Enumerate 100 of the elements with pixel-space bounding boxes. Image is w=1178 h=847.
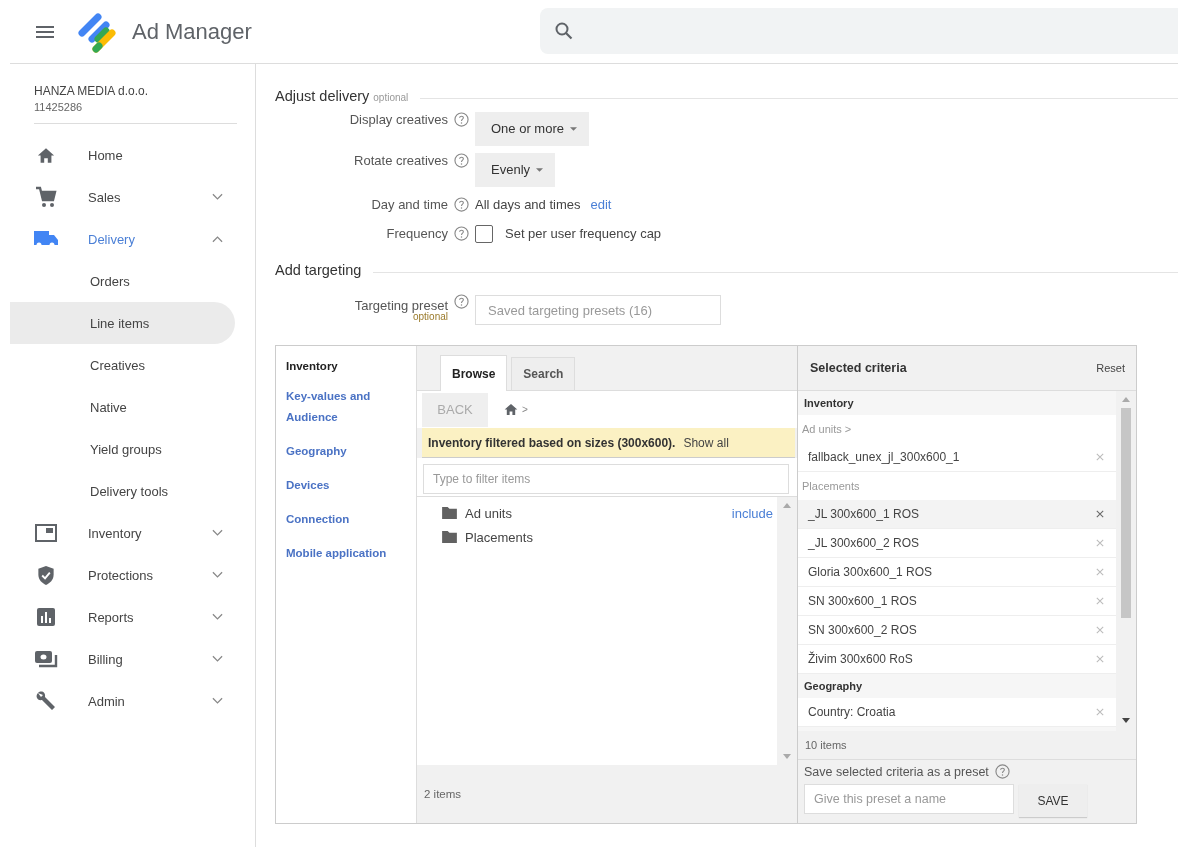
criteria-label: _JL 300x600_2 ROS [808,536,920,550]
category-link[interactable]: Inventory [286,356,401,377]
account-id: 11425286 [34,101,84,113]
scroll-down-icon[interactable] [1122,718,1130,723]
checkbox[interactable] [475,224,493,243]
inventory-item[interactable]: Ad units [465,505,732,521]
nav-item[interactable]: Sales [10,176,255,218]
criteria-label: SN 300x600_1 ROS [808,594,918,608]
folder-icon [442,507,457,519]
chevron-down-icon [212,571,223,579]
shield-icon [37,564,55,586]
nav-subitem[interactable]: Delivery tools [10,470,235,512]
save-preset-label: Save selected criteria as a preset [804,764,989,779]
search-field[interactable] [539,8,1178,54]
logo-icon [76,10,118,53]
nav-subitem[interactable]: Orders [10,260,235,302]
cart-icon [35,186,57,208]
subheading: Placements [798,472,1116,500]
nav-item[interactable]: Inventory [10,512,255,554]
chevron-down-icon [212,655,223,663]
group-heading: Geography [803,679,864,694]
chevron-down-icon [212,613,223,621]
field-label: Targeting preset [353,298,448,313]
caret-icon [570,126,577,131]
help-icon[interactable] [454,153,469,168]
nav-item[interactable]: Reports [10,596,255,638]
nav-subitem[interactable]: Creatives [10,344,235,386]
folder-icon [442,531,457,543]
scroll-up-icon[interactable] [783,503,791,508]
tab[interactable]: Search [511,357,576,390]
nav-item[interactable]: Admin [10,680,255,722]
home-icon[interactable] [504,403,518,416]
optional-note: optional [373,92,409,103]
reset-link[interactable]: Reset [1096,362,1125,374]
nav-subitem[interactable]: Line items [10,302,235,344]
item-count: 2 items [424,788,462,800]
criteria-label: Gloria 300x600_1 ROS [808,565,934,579]
nav-item[interactable]: Protections [10,554,255,596]
search-icon [554,22,573,40]
field-label: Day and time [370,197,448,212]
truck-icon [34,230,58,248]
home-icon [37,146,55,164]
section-title: Add targeting [275,262,362,278]
chevron-up-icon [212,235,223,243]
nav-item[interactable]: Delivery [10,218,255,260]
account-name: HANZA MEDIA d.o.o. [34,84,150,98]
tab[interactable]: Browse [440,355,508,391]
panel-title: Selected criteria [810,361,907,375]
include-link[interactable]: include [731,505,773,521]
breadcrumb-separator: > [522,404,528,415]
category-link[interactable]: Mobile application [286,543,401,564]
scroll-up-icon[interactable] [1122,397,1130,402]
chevron-down-icon [212,697,223,705]
bar-chart-icon [37,608,55,626]
help-icon[interactable] [454,226,469,241]
window-icon [35,524,57,542]
caret-icon [536,167,544,172]
inventory-item[interactable]: Placements [465,529,777,545]
subheading: Ad units > [798,415,1116,443]
criteria-label: fallback_unex_jl_300x600_1 [808,450,961,464]
category-link[interactable]: Connection [286,509,401,530]
category-link[interactable]: Geography [286,441,401,462]
chevron-down-icon [212,529,223,537]
checkbox-label: Set per user frequency cap [505,226,662,241]
field-label: Frequency [385,226,448,241]
group-heading: Inventory [803,396,855,411]
help-icon[interactable] [454,294,469,309]
scroll-thumb[interactable] [1121,408,1131,618]
chevron-down-icon [212,193,223,201]
criteria-label: SN 300x600_2 ROS [808,623,918,637]
nav-item[interactable]: Billing [10,638,255,680]
menu-icon[interactable] [36,25,54,38]
save-button[interactable]: SAVE [1019,784,1087,817]
help-icon[interactable] [454,197,469,212]
app-name: Ad Manager [132,18,252,45]
filter-field[interactable]: Type to filter items [423,464,789,494]
preset-field[interactable]: Saved targeting presets (16) [475,295,721,325]
help-icon[interactable] [994,764,1010,779]
category-link[interactable]: Key-values and Audience [286,386,401,428]
nav-item[interactable]: Home [10,134,255,176]
nav-subitem[interactable]: Yield groups [10,428,235,470]
field-label: Display creatives [348,112,448,127]
criteria-label: Živim 300x600 RoS [808,652,914,666]
category-link[interactable]: Devices [286,475,401,496]
item-count: 10 items [805,739,847,751]
nav-subitem[interactable]: Native [10,386,235,428]
dropdown-button[interactable]: Evenly [475,152,556,187]
filter-notice: Inventory filtered based on sizes (300x600). [428,435,676,450]
preset-name-field[interactable]: Give this preset a name [804,784,1014,814]
criteria-label: Country: Croatia [808,705,897,719]
section-title: Adjust delivery [275,88,370,104]
help-icon[interactable] [454,112,469,127]
dropdown-button[interactable]: One or more [475,111,589,146]
show-all-link[interactable]: Show all [683,435,729,450]
field-label: Rotate creatives [353,153,448,168]
edit-link[interactable]: edit [590,197,612,212]
remove-icon[interactable] [1096,510,1104,518]
wrench-icon [35,690,57,712]
money-icon [34,649,58,669]
criteria-label: _JL 300x600_1 ROS [808,507,920,521]
